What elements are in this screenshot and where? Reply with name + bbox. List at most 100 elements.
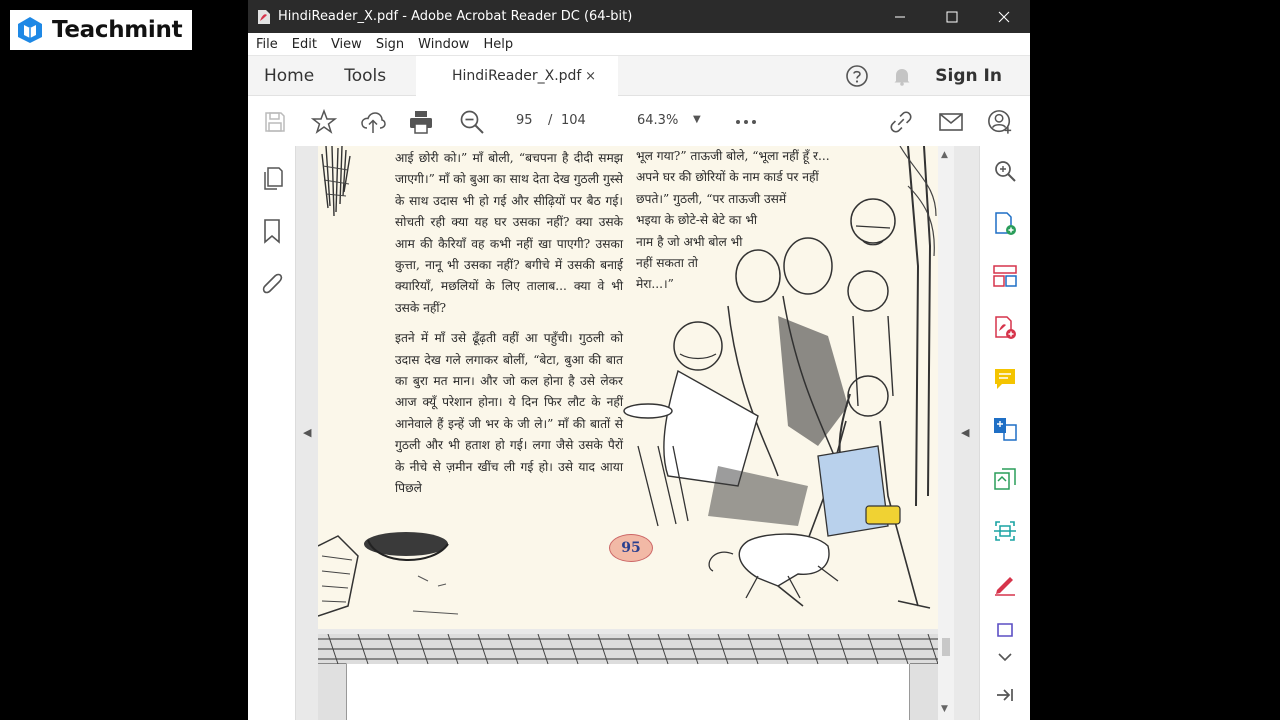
- pdf-page: आई छोरी को।” माँ बोली, “बचपना है दीदी सम…: [318, 146, 938, 629]
- compress-icon: [994, 468, 1016, 490]
- close-icon: [998, 11, 1010, 22]
- collapse-panel-icon: [997, 689, 1013, 701]
- search-icon: [995, 161, 1016, 182]
- menu-window[interactable]: Window: [418, 37, 469, 52]
- text-line: अपने घर की छोरियों के नाम कार्ड पर नहीं: [636, 170, 819, 185]
- organize-pages-button[interactable]: [992, 263, 1018, 289]
- title-bar: HindiReader_X.pdf - Adobe Acrobat Reader…: [248, 0, 1030, 33]
- pdf-app-icon: [258, 9, 270, 24]
- mail-icon: [939, 113, 963, 131]
- upload-button[interactable]: [360, 109, 386, 135]
- zoom-level-field[interactable]: 64.3%: [637, 113, 678, 128]
- text-line: नाम है जो अभी बोल भी: [636, 234, 743, 249]
- collapse-right-panel-icon[interactable]: ◀: [961, 426, 969, 439]
- sign-in-button[interactable]: Sign In: [935, 66, 1002, 86]
- window-controls: [874, 0, 1030, 33]
- notifications-button[interactable]: [891, 65, 913, 87]
- text-line: नहीं सकता तो: [636, 256, 698, 271]
- help-icon: [846, 65, 869, 87]
- minimize-icon: [895, 16, 905, 17]
- help-button[interactable]: [845, 64, 869, 88]
- create-pdf-button[interactable]: [992, 315, 1018, 341]
- menu-sign[interactable]: Sign: [376, 37, 404, 52]
- text-line: मेरा...।”: [636, 277, 674, 292]
- zoom-out-icon: [460, 110, 484, 134]
- grass-border-illustration: [318, 634, 938, 720]
- account-button[interactable]: [987, 109, 1013, 135]
- zoom-out-button[interactable]: [459, 109, 485, 135]
- more-tools-expand-button[interactable]: [992, 644, 1018, 670]
- window-title: HindiReader_X.pdf - Adobe Acrobat Reader…: [278, 9, 633, 24]
- tab-close-button[interactable]: ×: [585, 69, 596, 84]
- grass-illustration: [321, 146, 351, 217]
- scan-icon: [994, 521, 1016, 541]
- menu-help[interactable]: Help: [483, 37, 513, 52]
- close-window-button[interactable]: [978, 0, 1030, 33]
- document-workspace: ◀ आई छोरी को।” माँ बोली, “बचपना है दीदी …: [248, 146, 1030, 720]
- text-line: छपते।” गुठली, “पर ताऊजी उसमें: [636, 191, 787, 206]
- pages-icon: [264, 167, 283, 190]
- basket-illustration: [318, 532, 459, 617]
- menu-bar: File Edit View Sign Window Help: [248, 33, 1030, 56]
- paragraph: इतने में माँ उसे ढूँढ़ती वहीं आ पहुँची। …: [395, 331, 623, 496]
- bell-icon: [894, 69, 910, 86]
- teachmint-watermark: Teachmint: [10, 10, 192, 50]
- page-number-input[interactable]: 95: [516, 113, 533, 128]
- export-pdf-button[interactable]: [992, 211, 1018, 237]
- scroll-thumb[interactable]: [942, 638, 950, 656]
- tab-bar-right: Sign In: [845, 56, 1030, 96]
- left-navigation-rail: [248, 146, 296, 720]
- find-tool-button[interactable]: [992, 158, 1018, 184]
- text-line: भूल गया?” ताऊजी बोले, “भूला नहीं हूँ र..…: [636, 149, 830, 163]
- more-icon: [736, 120, 756, 124]
- scroll-up-icon[interactable]: ▲: [941, 150, 948, 160]
- star-icon: [311, 109, 337, 134]
- compress-pdf-button[interactable]: [992, 467, 1018, 493]
- page-total: 104: [561, 113, 586, 128]
- brand-name: Teachmint: [52, 17, 183, 43]
- print-button[interactable]: [408, 109, 434, 135]
- text-line: भइया के छोटे-से बेटे का भी: [636, 213, 758, 228]
- maximize-button[interactable]: [926, 0, 978, 33]
- scroll-down-icon[interactable]: ▼: [941, 704, 948, 714]
- attachments-button[interactable]: [260, 270, 284, 296]
- maximize-icon: [946, 11, 958, 22]
- screen: Teachmint HindiReader_X.pdf - Adobe Acro…: [0, 0, 1280, 720]
- zoom-dropdown-icon[interactable]: ▼: [693, 114, 701, 125]
- account-icon: [988, 110, 1012, 134]
- toolbar: 95 / 104 64.3% ▼: [248, 96, 1030, 148]
- vertical-scrollbar[interactable]: ▲ ▼: [938, 146, 954, 720]
- minimize-button[interactable]: [874, 0, 926, 33]
- tab-document-label: HindiReader_X.pdf: [452, 68, 582, 84]
- comment-icon: [995, 369, 1015, 389]
- page-thumbnails-button[interactable]: [260, 166, 284, 192]
- create-pdf-icon: [995, 316, 1016, 339]
- tab-bar: Home Tools HindiReader_X.pdf × Sign In: [248, 56, 1030, 96]
- print-icon: [410, 111, 432, 134]
- collapse-tools-pane-button[interactable]: [992, 682, 1018, 708]
- bookmarks-button[interactable]: [260, 218, 284, 244]
- paragraph: आई छोरी को।” माँ बोली, “बचपना है दीदी सम…: [395, 151, 623, 315]
- tab-tools[interactable]: Tools: [344, 66, 386, 86]
- protect-button[interactable]: [992, 620, 1018, 646]
- menu-view[interactable]: View: [331, 37, 362, 52]
- tab-home[interactable]: Home: [264, 66, 314, 86]
- more-tools-button[interactable]: [733, 109, 759, 135]
- attachment-icon: [262, 273, 283, 294]
- menu-file[interactable]: File: [256, 37, 278, 52]
- share-link-icon: [890, 111, 912, 133]
- collapse-left-panel-icon[interactable]: ◀: [303, 426, 311, 439]
- bookmark-star-button[interactable]: [311, 109, 337, 135]
- export-pdf-icon: [995, 212, 1016, 235]
- comment-button[interactable]: [992, 366, 1018, 392]
- menu-edit[interactable]: Edit: [292, 37, 317, 52]
- fill-sign-button[interactable]: [992, 570, 1018, 596]
- text-column-right: भूल गया?” ताऊजी बोले, “भूला नहीं हूँ र..…: [636, 146, 866, 296]
- save-button[interactable]: [262, 109, 288, 135]
- scan-ocr-button[interactable]: [992, 518, 1018, 544]
- share-link-button[interactable]: [888, 109, 914, 135]
- next-pdf-page: [318, 634, 938, 720]
- email-button[interactable]: [938, 109, 964, 135]
- tab-document[interactable]: HindiReader_X.pdf ×: [416, 56, 618, 96]
- combine-files-button[interactable]: [992, 416, 1018, 442]
